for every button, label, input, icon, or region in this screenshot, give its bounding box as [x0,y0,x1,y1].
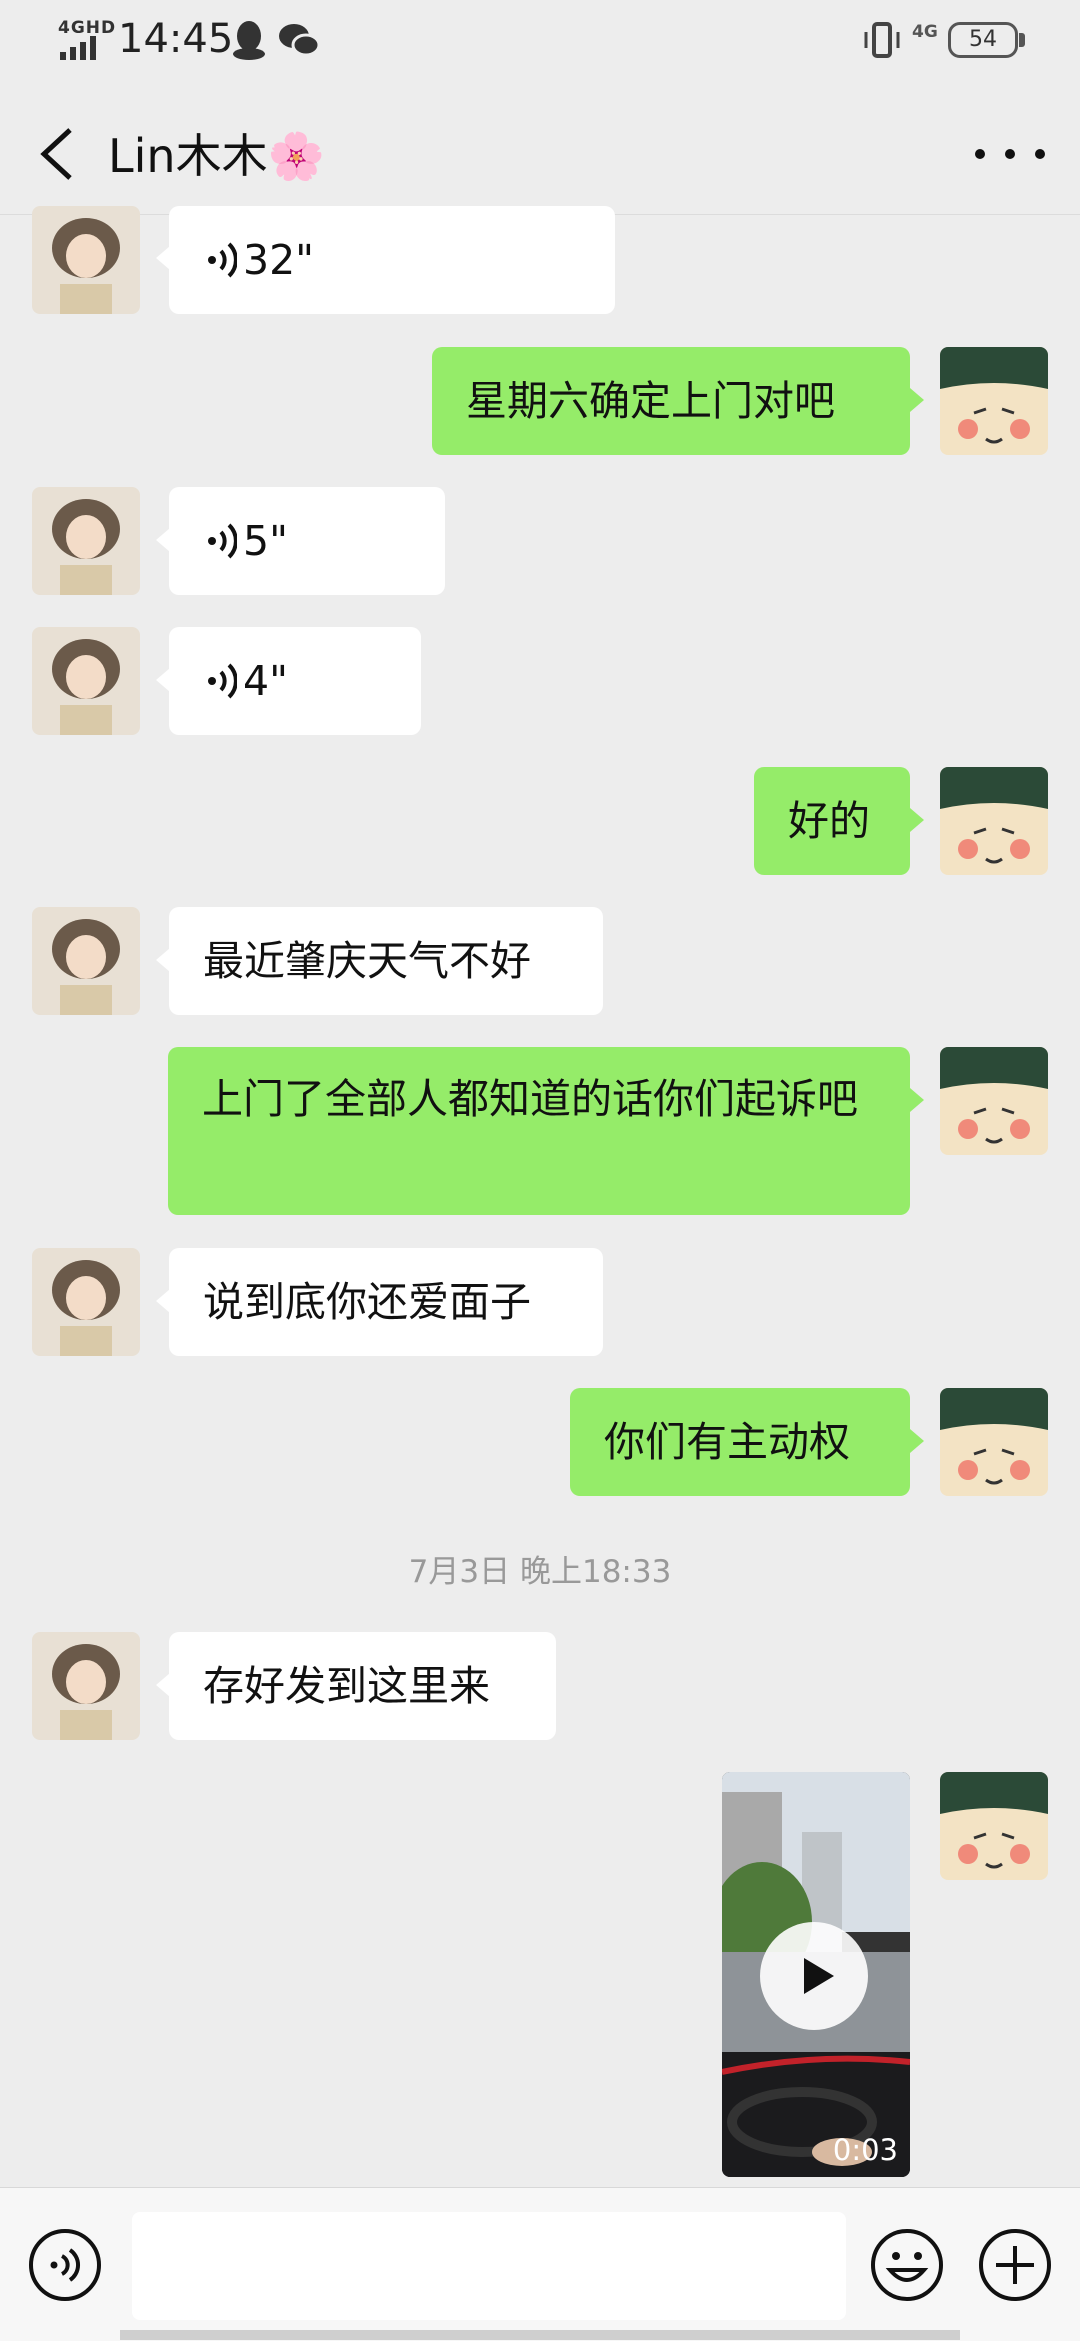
voice-duration: 32" [243,236,315,284]
message-bubble[interactable]: 说到底你还爱面子 [169,1248,603,1356]
network-type: 4GHD [58,18,117,38]
contact-avatar[interactable] [32,627,140,735]
message-text: 最近肇庆天气不好 [203,937,531,985]
voice-icon [208,242,237,278]
voice-message[interactable]: 5" [169,487,445,595]
status-bar: 4GHD 14:45 4G 54 [0,0,1080,84]
bubble-tail [156,948,170,972]
message-bubble[interactable]: 星期六确定上门对吧 [432,347,910,455]
play-icon [804,1958,834,1994]
more-icon[interactable] [970,144,1050,164]
message-text: 存好发到这里来 [203,1662,490,1710]
plus-icon[interactable] [978,2228,1052,2302]
wechat-icon [279,24,320,57]
message-bubble[interactable]: 好的 [754,767,910,875]
bubble-tail [156,1673,170,1697]
bubble-tail [910,1429,924,1453]
signal-icon [60,36,96,60]
bubble-tail [910,1088,924,1112]
my-avatar[interactable] [940,1388,1048,1496]
play-button[interactable] [760,1922,868,2030]
network-4g: 4G [912,22,938,42]
back-icon[interactable] [32,124,82,184]
battery-tip [1019,33,1025,47]
bubble-tail [156,1289,170,1313]
battery-icon: 54 [948,22,1018,58]
voice-message[interactable]: 4" [169,627,421,735]
my-avatar[interactable] [940,1772,1048,1880]
message-input[interactable] [132,2212,846,2320]
voice-icon [208,663,237,699]
bubble-tail [156,528,170,552]
message-bubble[interactable]: 上门了全部人都知道的话你们起诉吧 [168,1047,910,1215]
message-text: 上门了全部人都知道的话你们起诉吧 [202,1075,858,1123]
voice-icon [208,523,237,559]
contact-avatar[interactable] [32,487,140,595]
message-text: 星期六确定上门对吧 [466,377,835,425]
emoji-icon[interactable] [870,2228,944,2302]
qq-icon [233,21,265,60]
chat-timestamp: 7月3日 晚上18:33 [408,1554,672,1590]
chat-title: Lin木木🌸 [108,129,325,183]
voice-input-icon[interactable] [28,2228,102,2302]
input-bar [0,2187,1080,2341]
bubble-tail [156,668,170,692]
vibrate-icon [864,22,900,58]
voice-duration: 5" [243,517,288,565]
my-avatar[interactable] [940,347,1048,455]
contact-avatar[interactable] [32,1632,140,1740]
bubble-tail [910,808,924,832]
contact-avatar[interactable] [32,907,140,1015]
message-bubble[interactable]: 你们有主动权 [570,1388,910,1496]
my-avatar[interactable] [940,1047,1048,1155]
message-text: 说到底你还爱面子 [203,1278,531,1326]
status-time: 14:45 [118,16,234,62]
bubble-tail [156,246,170,270]
chat-header: Lin木木🌸 [0,84,1080,215]
message-bubble[interactable]: 存好发到这里来 [169,1632,556,1740]
message-bubble[interactable]: 最近肇庆天气不好 [169,907,603,1015]
video-duration: 0:03 [832,2133,898,2167]
contact-avatar[interactable] [32,1248,140,1356]
video-message[interactable]: 0:03 [722,1772,910,2177]
message-text: 你们有主动权 [604,1418,850,1466]
contact-avatar[interactable] [32,206,140,314]
message-text: 好的 [788,797,870,845]
gesture-bar [120,2330,960,2340]
my-avatar[interactable] [940,767,1048,875]
voice-duration: 4" [243,657,288,705]
voice-message[interactable]: 32" [169,206,615,314]
bubble-tail [910,388,924,412]
